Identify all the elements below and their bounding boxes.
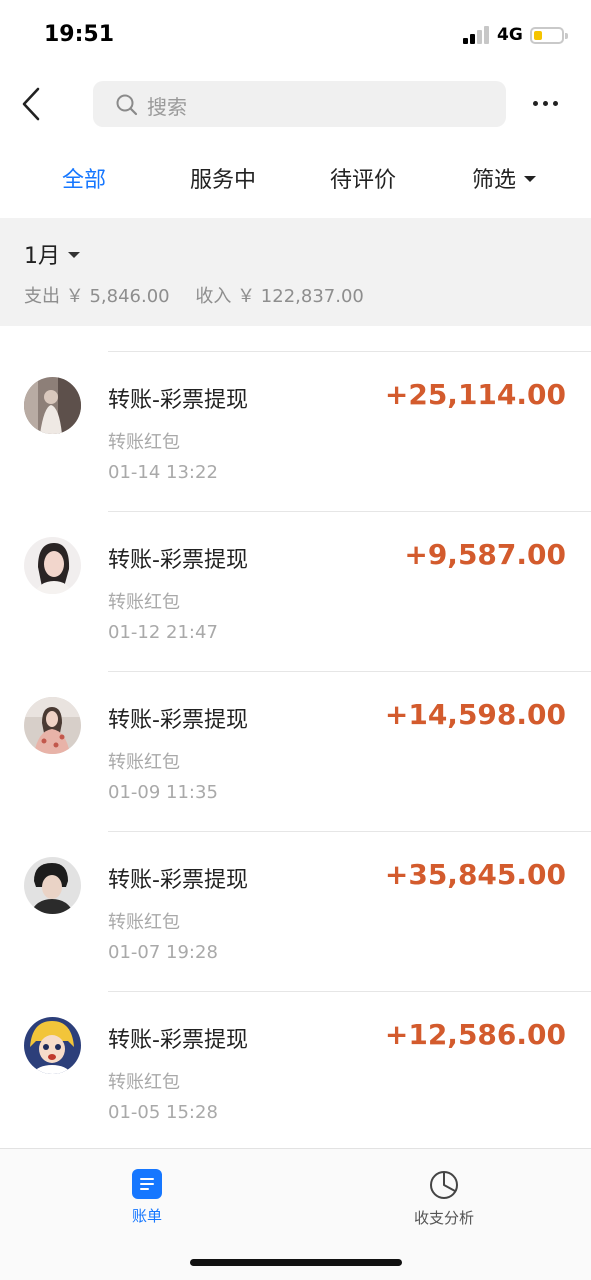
transaction-time: 01-14 13:22 xyxy=(108,462,218,483)
status-bar: 19:51 4G xyxy=(0,0,591,70)
transaction-title: 转账-彩票提现 xyxy=(108,388,248,413)
transaction-subtitle: 转账红包 xyxy=(108,432,180,453)
transaction-time: 01-07 19:28 xyxy=(108,942,218,963)
more-dots-icon xyxy=(553,101,558,106)
expense-total: 支出 ￥ 5,846.00 xyxy=(24,286,170,307)
month-totals: 支出 ￥ 5,846.00 收入 ￥ 122,837.00 xyxy=(24,282,384,308)
tab-all[interactable]: 全部 xyxy=(62,162,106,194)
avatar xyxy=(24,377,81,434)
filter-tabs: 全部 服务中 待评价 筛选 xyxy=(0,148,591,210)
transaction-subtitle: 转账红包 xyxy=(108,592,180,613)
avatar xyxy=(24,537,81,594)
caret-down-icon xyxy=(68,252,80,258)
network-type: 4G xyxy=(497,25,523,45)
transaction-subtitle: 转账红包 xyxy=(108,1072,180,1093)
month-summary: 1月 支出 ￥ 5,846.00 收入 ￥ 122,837.00 xyxy=(0,218,591,326)
home-indicator xyxy=(190,1259,402,1266)
search-icon xyxy=(116,94,138,116)
transaction-title: 转账-彩票提现 xyxy=(108,1028,248,1053)
transaction-title: 转账-彩票提现 xyxy=(108,548,248,573)
tab-to-review[interactable]: 待评价 xyxy=(330,162,396,194)
avatar xyxy=(24,857,81,914)
search-placeholder: 搜索 xyxy=(147,95,187,119)
income-total: 收入 ￥ 122,837.00 xyxy=(195,286,364,307)
month-label: 1月 xyxy=(24,244,60,269)
transaction-time: 01-12 21:47 xyxy=(108,622,218,643)
tab-filter-label: 筛选 xyxy=(472,168,517,193)
transaction-title: 转账-彩票提现 xyxy=(108,868,248,893)
transaction-row[interactable]: 转账-彩票提现 转账红包 01-05 15:28 +12,586.00 xyxy=(0,992,591,1148)
transaction-list: 转账-彩票提现 转账红包 01-14 13:22 +25,114.00 转账-彩… xyxy=(0,326,591,1148)
transaction-title: 转账-彩票提现 xyxy=(108,708,248,733)
battery-icon xyxy=(530,27,568,44)
caret-down-icon xyxy=(524,176,537,182)
transaction-time: 01-09 11:35 xyxy=(108,782,218,803)
bill-icon xyxy=(132,1169,162,1199)
transaction-amount: +35,845.00 xyxy=(384,858,566,891)
tab-analysis-label: 收支分析 xyxy=(413,1209,474,1227)
transaction-row[interactable]: 转账-彩票提现 转账红包 01-09 11:35 +14,598.00 xyxy=(0,672,591,832)
transaction-subtitle: 转账红包 xyxy=(108,912,180,933)
more-dots-icon xyxy=(543,101,548,106)
tab-analysis[interactable]: 收支分析 xyxy=(404,1169,484,1228)
transaction-amount: +12,586.00 xyxy=(384,1018,566,1051)
header: 搜索 xyxy=(0,70,591,140)
search-input[interactable]: 搜索 xyxy=(93,81,506,127)
more-options-button[interactable] xyxy=(528,92,562,116)
tab-bill[interactable]: 账单 xyxy=(118,1169,176,1226)
month-selector[interactable]: 1月 xyxy=(24,238,80,270)
tab-bill-label: 账单 xyxy=(131,1207,162,1225)
more-dots-icon xyxy=(533,101,538,106)
avatar xyxy=(24,697,81,754)
back-button[interactable] xyxy=(16,84,52,124)
tab-filter[interactable]: 筛选 xyxy=(472,162,537,194)
transaction-row[interactable]: 转账-彩票提现 转账红包 01-07 19:28 +35,845.00 xyxy=(0,832,591,992)
transaction-row[interactable]: 转账-彩票提现 转账红包 01-14 13:22 +25,114.00 xyxy=(0,352,591,512)
cellular-signal-icon xyxy=(463,26,491,44)
transaction-subtitle: 转账红包 xyxy=(108,752,180,773)
transaction-time: 01-05 15:28 xyxy=(108,1102,218,1123)
transaction-amount: +14,598.00 xyxy=(384,698,566,731)
status-time: 19:51 xyxy=(44,22,115,47)
transaction-row[interactable]: 转账-彩票提现 转账红包 01-12 21:47 +9,587.00 xyxy=(0,512,591,672)
avatar xyxy=(24,1017,81,1074)
transaction-amount: +9,587.00 xyxy=(404,538,566,571)
pie-chart-icon xyxy=(430,1171,458,1199)
transaction-amount: +25,114.00 xyxy=(384,378,566,411)
chevron-left-icon xyxy=(22,87,40,121)
tab-in-service[interactable]: 服务中 xyxy=(190,162,256,194)
